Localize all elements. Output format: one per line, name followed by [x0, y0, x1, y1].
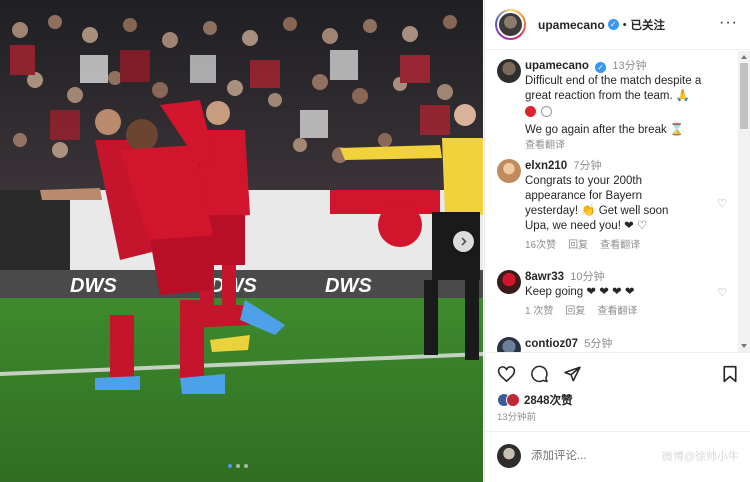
- header-separator: •: [622, 18, 627, 31]
- reply-button[interactable]: 回复: [568, 238, 588, 253]
- comment-item: elxn210 7分钟 Congrats to your 200th appea…: [497, 159, 727, 253]
- comment-line-3: yesterday! 👏 Get well soon: [525, 205, 669, 217]
- comment-meta: 1 次赞 回复 查看翻译: [525, 304, 727, 319]
- caption-comment: upamecano ✓ 13分钟 Difficult end of the ma…: [497, 59, 727, 153]
- comment-username[interactable]: 8awr33: [525, 271, 564, 283]
- comment-time: 13分钟: [612, 60, 647, 72]
- comment-item: contioz07 5分钟: [497, 337, 727, 352]
- post-header: upamecano ✓ • 已关注 ···: [485, 0, 750, 50]
- comment-line-4: Upa, we need you! ❤ ♡: [525, 220, 648, 232]
- comment-username[interactable]: contioz07: [525, 338, 578, 350]
- add-comment-row: 微博@徐帅小牛: [497, 444, 739, 468]
- scroll-down-arrow-icon[interactable]: [741, 344, 747, 348]
- like-heart-icon[interactable]: [497, 365, 516, 383]
- more-options-icon[interactable]: ···: [719, 14, 738, 32]
- white-circle-icon: [541, 106, 553, 117]
- watermark-text: 微博@徐帅小牛: [661, 451, 739, 463]
- comment-line-2: appearance for Bayern: [525, 190, 642, 202]
- see-translation-link[interactable]: 查看翻译: [600, 238, 640, 253]
- banner-text-3: DWS: [325, 275, 372, 297]
- banner-text-1: DWS: [70, 275, 117, 297]
- divider: [485, 352, 750, 353]
- reply-button[interactable]: 回复: [565, 304, 585, 319]
- match-photo: DWS DWS DWS: [0, 0, 483, 482]
- caption-emoji-row: [525, 106, 727, 121]
- comment-username[interactable]: upamecano: [525, 60, 589, 72]
- like-comment-heart-icon[interactable]: ♡: [717, 286, 727, 301]
- bookmark-icon[interactable]: [722, 365, 738, 383]
- comment-line-1: Congrats to your 200th: [525, 175, 642, 187]
- likes-summary[interactable]: 2848次赞: [497, 392, 573, 408]
- comment-item: 8awr33 10分钟 Keep going ❤ ❤ ❤ ❤ 1 次赞 回复 查…: [497, 270, 727, 319]
- scroll-thumb[interactable]: [740, 63, 748, 129]
- comment-text: Keep going ❤ ❤ ❤ ❤: [525, 286, 635, 298]
- comment-time: 5分钟: [584, 338, 613, 350]
- likes-count: 2848次赞: [524, 395, 573, 407]
- chevron-right-icon: [461, 237, 467, 246]
- like-comment-heart-icon[interactable]: ♡: [717, 197, 727, 212]
- carousel-dot-2: [236, 464, 240, 468]
- caption-line-2: great reaction from the team. 🙏: [525, 90, 691, 102]
- share-send-icon[interactable]: [563, 365, 582, 383]
- carousel-next-button[interactable]: [453, 231, 474, 252]
- divider: [485, 431, 750, 432]
- comment-likes[interactable]: 16次赞: [525, 238, 556, 253]
- commenter-avatar[interactable]: [497, 270, 521, 294]
- author-avatar[interactable]: [495, 9, 526, 40]
- follow-status-button[interactable]: 已关注: [631, 17, 666, 33]
- comments-list[interactable]: upamecano ✓ 13分钟 Difficult end of the ma…: [485, 51, 739, 352]
- carousel-dot-3: [244, 464, 248, 468]
- liker-avatar-2: [506, 393, 520, 407]
- comment-username[interactable]: elxn210: [525, 160, 567, 172]
- post-actions: [497, 365, 582, 383]
- author-username[interactable]: upamecano: [538, 18, 605, 32]
- viewer-avatar: [497, 444, 521, 468]
- caption-line-3: We go again after the break ⌛: [525, 124, 685, 136]
- commenter-avatar[interactable]: [497, 159, 521, 183]
- red-circle-icon: [525, 106, 536, 117]
- post-photo[interactable]: DWS DWS DWS: [0, 0, 483, 482]
- carousel-dot-1: [228, 464, 232, 468]
- commenter-avatar[interactable]: [497, 59, 521, 83]
- scroll-up-arrow-icon[interactable]: [741, 55, 747, 59]
- add-comment-input[interactable]: [531, 450, 661, 462]
- comment-meta: 16次赞 回复 查看翻译: [525, 238, 727, 253]
- caption-line-1: Difficult end of the match despite a: [525, 75, 702, 87]
- comment-time: 10分钟: [570, 271, 605, 283]
- verified-badge-icon: ✓: [595, 62, 607, 73]
- post-time-ago: 13分钟前: [497, 412, 537, 423]
- commenter-avatar[interactable]: [497, 337, 521, 352]
- see-translation-link[interactable]: 查看翻译: [597, 304, 637, 319]
- carousel-indicator: [228, 464, 248, 468]
- comment-bubble-icon[interactable]: [530, 365, 549, 383]
- comment-time: 7分钟: [573, 160, 602, 172]
- comment-likes[interactable]: 1 次赞: [525, 304, 553, 319]
- comments-scrollbar[interactable]: [738, 51, 750, 352]
- post-side-panel: upamecano ✓ • 已关注 ··· upamecano ✓ 13分钟 D…: [484, 0, 750, 482]
- verified-badge-icon: ✓: [607, 19, 619, 30]
- see-translation-link[interactable]: 查看翻译: [525, 138, 727, 153]
